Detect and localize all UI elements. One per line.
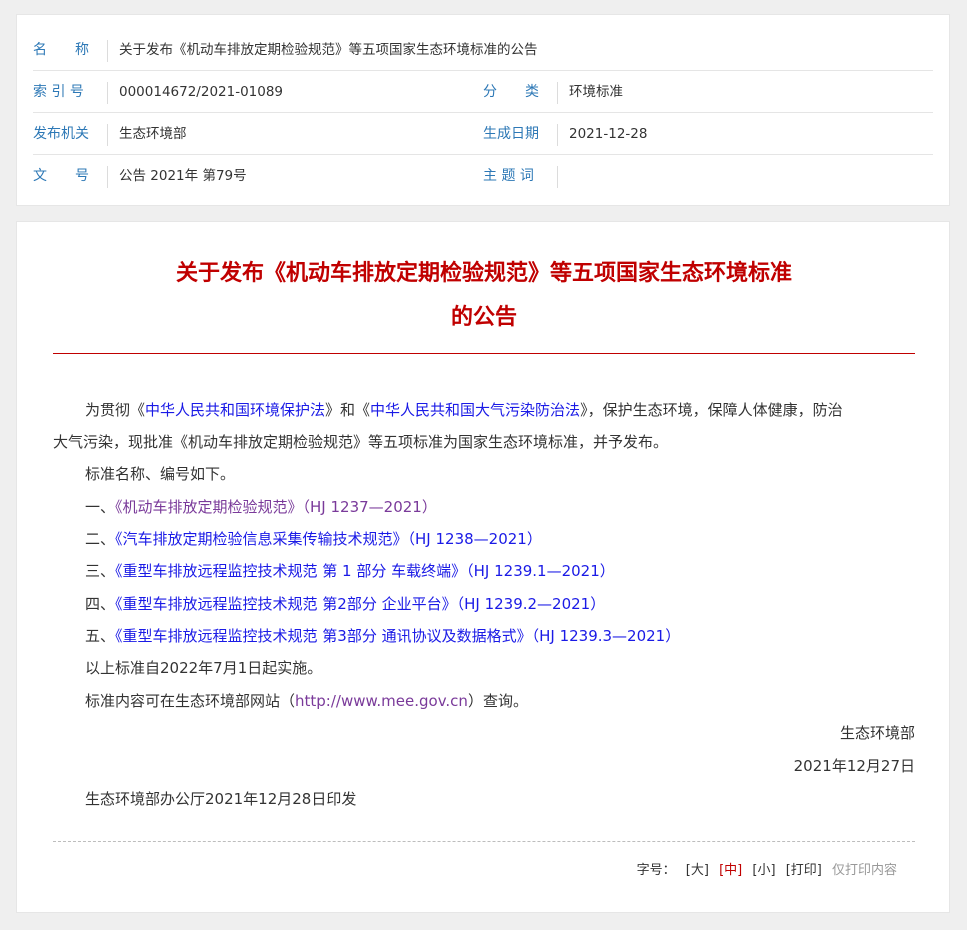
standard-item-3: 三、《重型车排放远程监控技术规范 第 1 部分 车载终端》（HJ 1239.1—… — [85, 555, 615, 587]
text: ）查询。 — [467, 692, 528, 710]
query-text: 标准内容可在生态环境部网站（http://www.mee.gov.cn）查询。 — [85, 685, 528, 717]
value-index-no: 000014672/2021-01089 — [119, 84, 284, 100]
value-category: 环境标准 — [569, 84, 623, 100]
item-number: 一、 — [85, 498, 116, 516]
text: 》和《 — [325, 401, 371, 419]
printed-by: 生态环境部办公厅2021年12月28日印发 — [85, 790, 357, 808]
metadata-panel: 名 称 关于发布《机动车排放定期检验规范》等五项国家生态环境标准的公告 索 引 … — [16, 14, 950, 206]
font-size-toolbar: 字号： [大] [中] [小] [打印] 仅打印内容 — [637, 859, 897, 878]
label-date: 生成日期 — [483, 126, 539, 142]
label-category: 分 类 — [483, 84, 539, 100]
separator — [557, 82, 558, 104]
article-panel: 关于发布《机动车排放定期检验规范》等五项国家生态环境标准 的公告 为贯彻《中华人… — [16, 221, 950, 913]
paragraph-1-line-1: 为贯彻《中华人民共和国环境保护法》和《中华人民共和国大气污染防治法》，保护生态环… — [85, 394, 843, 426]
law-link-environmental-protection[interactable]: 中华人民共和国环境保护法 — [145, 401, 325, 419]
label-index-no: 索 引 号 — [33, 84, 84, 100]
standard-link-5[interactable]: 《重型车排放远程监控技术规范 第3部分 通讯协议及数据格式》（HJ 1239.3… — [115, 627, 680, 645]
standard-link-4[interactable]: 《重型车排放远程监控技术规范 第2部分 企业平台》（HJ 1239.2—2021… — [115, 595, 605, 613]
standard-link-3[interactable]: 《重型车排放远程监控技术规范 第 1 部分 车载终端》（HJ 1239.1—20… — [115, 562, 615, 580]
text: 标准内容可在生态环境部网站（ — [85, 692, 296, 710]
separator — [107, 124, 108, 146]
text: 为贯彻《 — [85, 401, 146, 419]
meta-row-docno: 文 号 公告 2021年 第79号 主 题 词 — [33, 155, 933, 197]
standard-item-4: 四、《重型车排放远程监控技术规范 第2部分 企业平台》（HJ 1239.2—20… — [85, 588, 605, 620]
paragraph-1-line-2: 大气污染，现批准《机动车排放定期检验规范》等五项标准为国家生态环境标准，并予发布… — [53, 433, 669, 451]
title-line-1: 关于发布《机动车排放定期检验规范》等五项国家生态环境标准 — [175, 261, 792, 286]
article-title: 关于发布《机动车排放定期检验规范》等五项国家生态环境标准 的公告 — [53, 252, 915, 340]
font-medium-button[interactable]: [中] — [719, 863, 742, 878]
font-large-button[interactable]: [大] — [686, 863, 709, 878]
font-size-label: 字号： — [636, 863, 676, 878]
separator — [107, 166, 108, 188]
item-number: 四、 — [85, 595, 116, 613]
signature: 生态环境部 — [839, 724, 915, 742]
label-doc-no: 文 号 — [33, 168, 89, 184]
meta-row-issuer: 发布机关 生态环境部 生成日期 2021-12-28 — [33, 113, 933, 155]
law-link-air-pollution[interactable]: 中华人民共和国大气污染防治法 — [370, 401, 580, 419]
footer-divider — [53, 841, 915, 842]
separator — [107, 40, 108, 62]
website-link[interactable]: http://www.mee.gov.cn — [295, 692, 468, 710]
sign-date: 2021年12月27日 — [793, 757, 915, 775]
item-number: 五、 — [85, 627, 116, 645]
label-name: 名 称 — [33, 42, 89, 58]
standard-link-2[interactable]: 《汽车排放定期检验信息采集传输技术规范》（HJ 1238—2021） — [115, 530, 542, 548]
text: 》，保护生态环境，保障人体健康，防治 — [580, 401, 843, 419]
meta-row-index: 索 引 号 000014672/2021-01089 分 类 环境标准 — [33, 71, 933, 113]
value-issuer: 生态环境部 — [119, 126, 187, 142]
list-intro: 标准名称、编号如下。 — [85, 465, 236, 483]
standard-item-1: 一、《机动车排放定期检验规范》（HJ 1237—2021） — [85, 491, 437, 523]
print-content-button[interactable]: 仅打印内容 — [832, 863, 897, 878]
meta-row-name: 名 称 关于发布《机动车排放定期检验规范》等五项国家生态环境标准的公告 — [33, 29, 933, 71]
value-doc-no: 公告 2021年 第79号 — [119, 168, 247, 184]
title-line-2: 的公告 — [450, 305, 517, 330]
standard-link-1[interactable]: 《机动车排放定期检验规范》（HJ 1237—2021） — [115, 498, 437, 516]
value-date: 2021-12-28 — [569, 126, 648, 142]
value-name: 关于发布《机动车排放定期检验规范》等五项国家生态环境标准的公告 — [119, 42, 538, 58]
separator — [557, 166, 558, 188]
title-divider — [53, 353, 915, 354]
standard-item-5: 五、《重型车排放远程监控技术规范 第3部分 通讯协议及数据格式》（HJ 1239… — [85, 620, 680, 652]
label-subject: 主 题 词 — [483, 168, 534, 184]
separator — [557, 124, 558, 146]
standard-item-2: 二、《汽车排放定期检验信息采集传输技术规范》（HJ 1238—2021） — [85, 523, 542, 555]
item-number: 二、 — [85, 530, 116, 548]
separator — [107, 82, 108, 104]
label-issuer: 发布机关 — [33, 126, 89, 142]
print-button[interactable]: [打印] — [786, 863, 822, 878]
font-small-button[interactable]: [小] — [752, 863, 775, 878]
item-number: 三、 — [85, 562, 116, 580]
effective-date-text: 以上标准自2022年7月1日起实施。 — [85, 659, 323, 677]
